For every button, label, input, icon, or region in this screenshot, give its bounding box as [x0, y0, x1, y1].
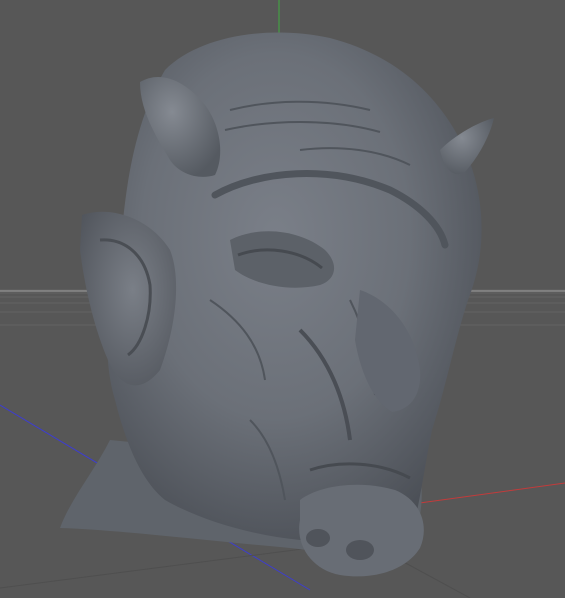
model-nostril: [306, 529, 330, 547]
x-axis-line: [404, 482, 565, 506]
grid-diagonal-line: [0, 547, 311, 589]
sculpt-model[interactable]: [60, 32, 494, 577]
grid-diagonal-line: [399, 559, 471, 598]
3d-viewport[interactable]: [0, 0, 565, 598]
model-nostril: [346, 540, 374, 560]
viewport-canvas[interactable]: [0, 0, 565, 598]
